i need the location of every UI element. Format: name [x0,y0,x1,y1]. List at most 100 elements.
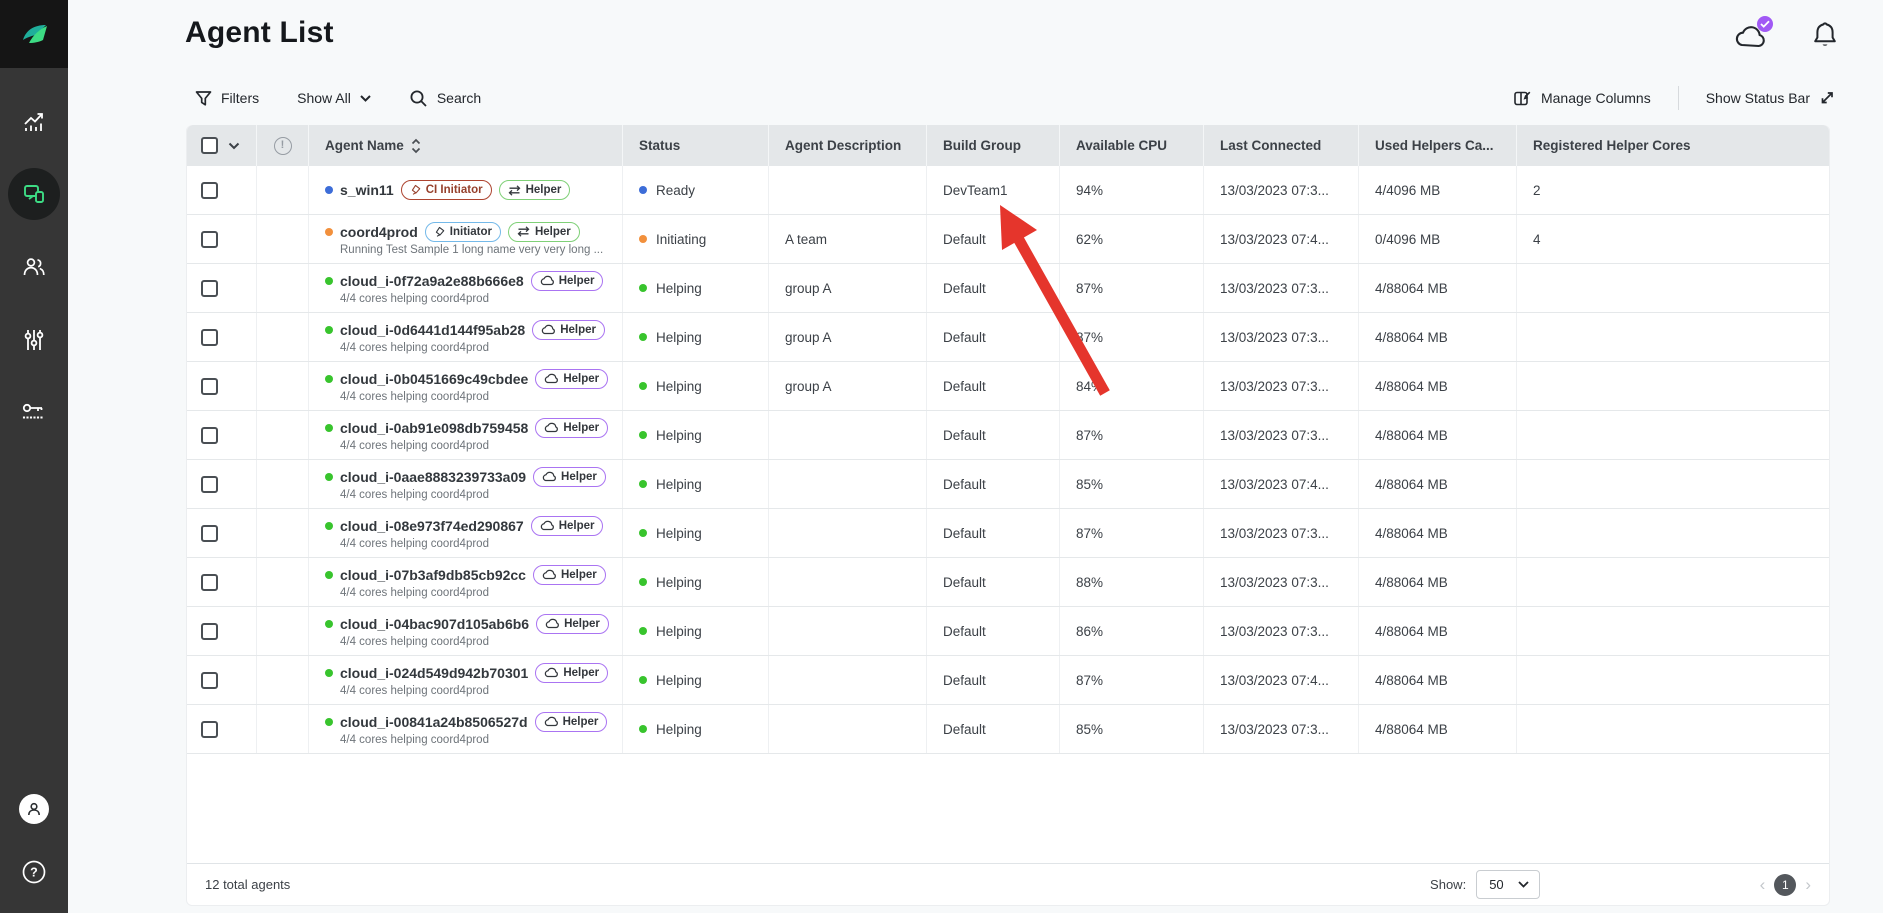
status-cell: Helping [623,558,769,606]
table-row[interactable]: cloud_i-04bac907d105ab6b6Helper4/4 cores… [187,607,1829,656]
agent-status-dot [325,228,333,236]
status-label: Helping [656,624,702,639]
available-cpu-cell: 62% [1060,215,1204,263]
agent-name: cloud_i-00841a24b8506527d [340,714,528,730]
row-checkbox[interactable] [201,378,218,395]
sidebar-item-users[interactable] [8,241,60,293]
row-alert-cell [257,215,309,263]
badge-label: Helper [561,569,597,581]
row-select-cell [187,313,257,361]
row-checkbox[interactable] [201,231,218,248]
show-status-bar-button[interactable]: Show Status Bar [1706,90,1835,106]
agent-name: cloud_i-07b3af9db85cb92cc [340,567,526,583]
search-button[interactable]: Search [409,89,481,108]
sidebar-item-profile[interactable] [8,783,60,835]
agent-name: cloud_i-0f72a9a2e88b666e8 [340,273,524,289]
build-group-cell: Default [927,362,1060,410]
sidebar-item-agents[interactable] [8,168,60,220]
sort-icon[interactable] [411,138,421,154]
status-label: Helping [656,575,702,590]
agent-name-cell: cloud_i-0d6441d144f95ab28Helper4/4 cores… [309,313,623,361]
row-checkbox[interactable] [201,329,218,346]
next-page-icon[interactable]: › [1805,876,1811,893]
description-cell [769,166,927,214]
header-agent-description[interactable]: Agent Description [769,125,927,166]
row-select-cell [187,411,257,459]
table-body: s_win11CI InitiatorHelperReadyDevTeam194… [187,166,1829,754]
cloud-icon [540,520,554,531]
row-select-cell [187,607,257,655]
table-row[interactable]: cloud_i-08e973f74ed290867Helper4/4 cores… [187,509,1829,558]
sidebar-item-settings[interactable] [8,314,60,366]
table-row[interactable]: cloud_i-0f72a9a2e88b666e8Helper4/4 cores… [187,264,1829,313]
table-row[interactable]: cloud_i-0d6441d144f95ab28Helper4/4 cores… [187,313,1829,362]
page-size-select[interactable]: 50 [1476,870,1539,899]
row-checkbox[interactable] [201,672,218,689]
app-logo[interactable] [0,0,68,68]
table-row[interactable]: cloud_i-0ab91e098db759458Helper4/4 cores… [187,411,1829,460]
row-select-cell [187,558,257,606]
cloud-icon [545,618,559,629]
sidebar-item-license[interactable] [8,387,60,439]
status-label: Helping [656,526,702,541]
table-row[interactable]: cloud_i-0b0451669c49cbdeeHelper4/4 cores… [187,362,1829,411]
row-checkbox[interactable] [201,721,218,738]
manage-columns-button[interactable]: Manage Columns [1513,89,1651,108]
header-agent-name[interactable]: Agent Name [309,125,623,166]
available-cpu-cell: 85% [1060,460,1204,508]
agent-name-cell: cloud_i-0aae8883239733a09Helper4/4 cores… [309,460,623,508]
header-status[interactable]: Status [623,125,769,166]
build-group-cell: Default [927,264,1060,312]
header-used-helpers[interactable]: Used Helpers Ca... [1359,125,1517,166]
header-build-group[interactable]: Build Group [927,125,1060,166]
badge-label: Helper [559,275,595,287]
status-dot [639,235,647,243]
select-all-checkbox[interactable] [201,137,218,154]
registered-cores-cell [1517,656,1829,704]
description-cell [769,558,927,606]
sidebar-item-help[interactable]: ? [8,846,60,898]
header-registered-helper-cores[interactable]: Registered Helper Cores [1517,125,1829,166]
cloud-icon [544,422,558,433]
table-row[interactable]: cloud_i-024d549d942b70301Helper4/4 cores… [187,656,1829,705]
row-alert-cell [257,362,309,410]
row-checkbox[interactable] [201,623,218,640]
status-cell: Helping [623,509,769,557]
table-row[interactable]: cloud_i-00841a24b8506527dHelper4/4 cores… [187,705,1829,754]
row-checkbox[interactable] [201,525,218,542]
footer-right: Show: 50 ‹ 1 › [1430,870,1811,899]
row-checkbox[interactable] [201,182,218,199]
row-select-cell [187,264,257,312]
cloud-status-icon[interactable] [1733,22,1769,49]
cloud-badge: Helper [536,614,609,634]
current-page[interactable]: 1 [1774,874,1796,896]
row-checkbox[interactable] [201,427,218,444]
table-row[interactable]: s_win11CI InitiatorHelperReadyDevTeam194… [187,166,1829,215]
notifications-bell-icon[interactable] [1811,20,1839,50]
filters-button[interactable]: Filters [195,90,259,107]
table-row[interactable]: cloud_i-0aae8883239733a09Helper4/4 cores… [187,460,1829,509]
row-alert-cell [257,607,309,655]
table-row[interactable]: cloud_i-07b3af9db85cb92ccHelper4/4 cores… [187,558,1829,607]
status-label: Helping [656,428,702,443]
badge-label: Helper [526,184,562,196]
row-checkbox[interactable] [201,476,218,493]
show-all-dropdown[interactable]: Show All [297,90,371,106]
prev-page-icon[interactable]: ‹ [1760,876,1766,893]
cloud-icon [542,569,556,580]
table-row[interactable]: coord4prodInitiatorHelperRunning Test Sa… [187,215,1829,264]
available-cpu-cell: 88% [1060,558,1204,606]
build-group-cell: Default [927,460,1060,508]
status-cell: Helping [623,705,769,753]
description-cell [769,460,927,508]
agent-subtext: 4/4 cores helping coord4prod [325,686,489,698]
row-checkbox[interactable] [201,574,218,591]
cloud-icon [542,471,556,482]
select-menu-chevron-icon[interactable] [228,142,240,150]
agent-name-cell: s_win11CI InitiatorHelper [309,166,623,214]
sidebar-item-analytics[interactable] [8,95,60,147]
row-checkbox[interactable] [201,280,218,297]
agent-name: cloud_i-024d549d942b70301 [340,665,528,681]
header-available-cpu[interactable]: Available CPU [1060,125,1204,166]
header-last-connected[interactable]: Last Connected [1204,125,1359,166]
